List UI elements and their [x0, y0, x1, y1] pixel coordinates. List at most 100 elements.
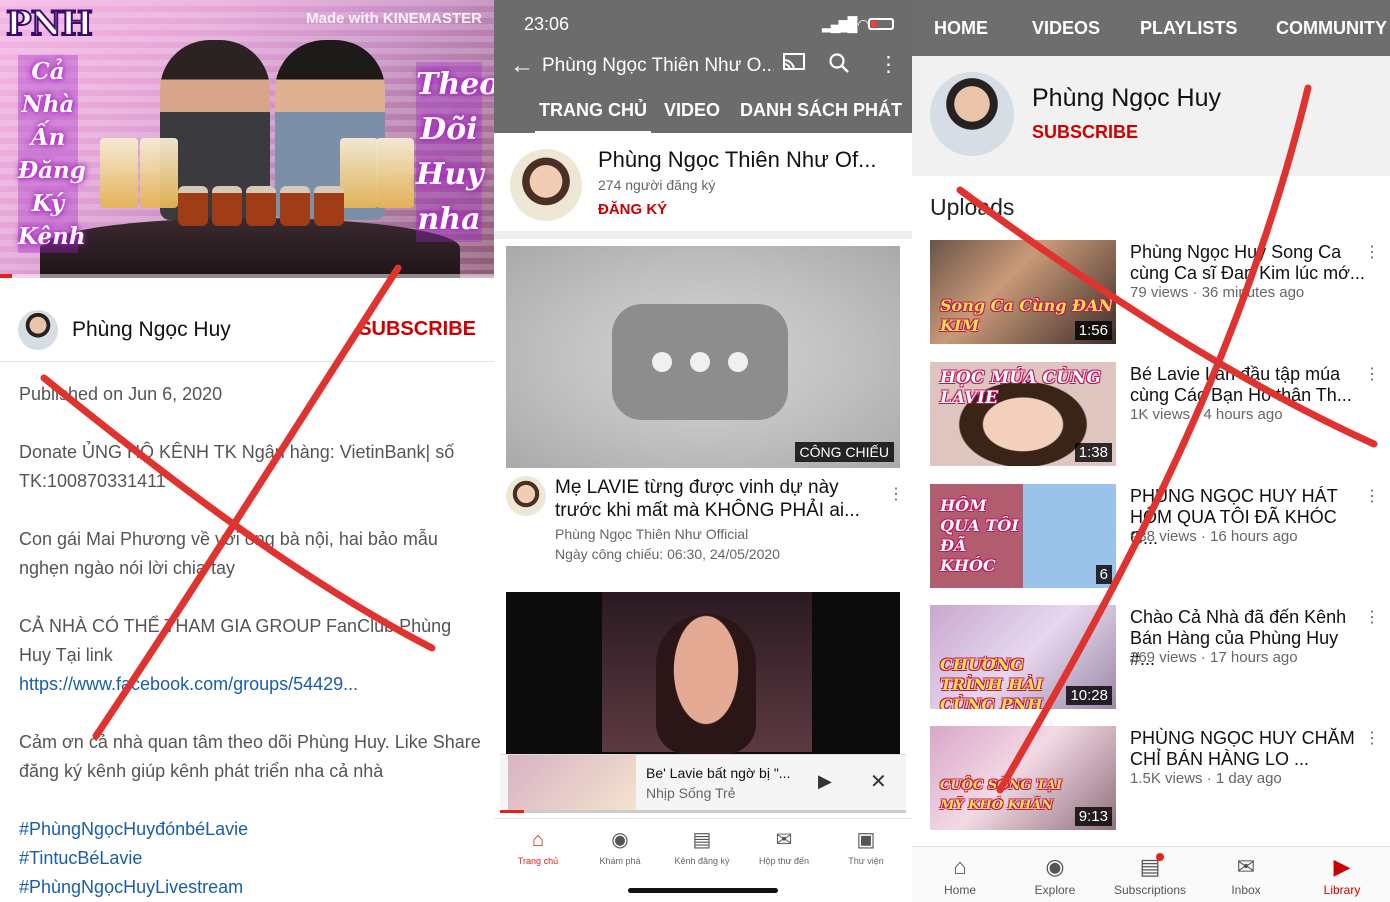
channel-name[interactable]: Phùng Ngọc Huy: [72, 318, 231, 342]
subscribe-button[interactable]: SUBSCRIBE: [358, 318, 476, 341]
mini-player[interactable]: Be' Lavie bất ngờ bị "... Nhịp Sống Trẻ …: [500, 754, 906, 813]
nav-item-inbox[interactable]: ✉ Hộp thư đến: [742, 827, 826, 866]
video-thumbnail[interactable]: Song Ca Cùng ĐAN KIM 1:56: [930, 240, 1116, 344]
explore-icon: ◉: [611, 829, 629, 851]
channel-logo: PNH: [5, 3, 94, 45]
description-line: Cảm ơn cả nhà quan tâm theo dõi Phùng Hu…: [19, 732, 481, 781]
video-thumbnail[interactable]: HÔM QUA TÔI ĐÃ KHÓC 6: [930, 484, 1116, 588]
mini-player-title[interactable]: Be' Lavie bất ngờ bị "...: [646, 765, 790, 781]
more-icon[interactable]: ⋮: [888, 484, 904, 504]
video-thumbnail[interactable]: CÔNG CHIẾU: [506, 246, 900, 468]
nav-item-library[interactable]: ▶ Library: [1294, 853, 1390, 897]
home-icon: ⌂: [531, 829, 545, 851]
home-indicator[interactable]: [628, 888, 778, 893]
video-product-bag: [340, 138, 378, 208]
hashtag-link[interactable]: #PhùngNgọcHuyđónbéLavie: [19, 815, 481, 844]
nav-item-library[interactable]: ▣ Thư viện: [824, 827, 908, 866]
list-item[interactable]: CUỘC SỐNG TẠI MỸ KHÓ KHĂN 9:13 PHÙNG NGỌ…: [912, 726, 1390, 836]
avatar[interactable]: [930, 72, 1014, 156]
nav-label: Hộp thư đến: [758, 856, 810, 866]
nav-label: Thư viện: [848, 856, 884, 866]
nav-label: Library: [1323, 883, 1361, 897]
more-icon[interactable]: ⋮: [1364, 242, 1380, 262]
video-duration: 9:13: [1074, 807, 1112, 826]
caption-word: Nhà: [21, 91, 75, 118]
tab-videos[interactable]: VIDEO: [664, 100, 720, 121]
tab-playlists[interactable]: PLAYLISTS: [1140, 18, 1237, 39]
video-thumbnail[interactable]: CUỘC SỐNG TẠI MỸ KHÓ KHĂN 9:13: [930, 726, 1116, 830]
channel-row[interactable]: Phùng Ngọc Huy SUBSCRIBE: [0, 300, 494, 362]
close-icon[interactable]: ✕: [870, 769, 887, 794]
list-item[interactable]: HÔM QUA TÔI ĐÃ KHÓC 6 PHÙNG NGỌC HUY HÁT…: [912, 484, 1390, 594]
video-product-bag: [376, 138, 414, 208]
channel-tabs: TRANG CHỦ VIDEO DANH SÁCH PHÁT: [494, 98, 912, 134]
caption-word: Dõi: [420, 112, 478, 147]
video-meta: Phùng Ngọc Thiên Như Official Ngày công …: [555, 524, 780, 564]
avatar[interactable]: [506, 476, 546, 516]
list-item[interactable]: Song Ca Cùng ĐAN KIM 1:56 Phùng Ngọc Huy…: [912, 240, 1390, 350]
facebook-group-link[interactable]: https://www.facebook.com/groups/54429...: [19, 674, 358, 694]
video-progress-fill: [0, 274, 13, 278]
nav-item-explore[interactable]: ◉ Explore: [1007, 853, 1103, 897]
video-caption-left: Cả Nhà Ấn Đăng Ký Kênh: [18, 55, 86, 253]
video-title[interactable]: Phùng Ngọc Huy Song Ca cùng Ca sĩ Đan Ki…: [1130, 242, 1366, 284]
nav-item-inbox[interactable]: ✉ Inbox: [1198, 853, 1294, 897]
more-icon[interactable]: ⋮: [1364, 486, 1380, 506]
search-icon[interactable]: [828, 52, 850, 80]
nav-label: Trang chủ: [517, 856, 559, 866]
tab-home[interactable]: HOME: [920, 18, 1002, 60]
cast-icon[interactable]: [782, 52, 806, 78]
video-duration: 1:56: [1074, 321, 1112, 340]
tab-community[interactable]: COMMUNITY: [1276, 18, 1387, 39]
video-meta: 1.5K views · 1 day ago: [1130, 770, 1282, 787]
mini-player-thumbnail[interactable]: [508, 755, 636, 811]
hashtag-link[interactable]: #TintucBéLavie: [19, 844, 481, 873]
channel-name: Phùng Ngọc Thiên Như Of...: [598, 147, 877, 172]
tab-home[interactable]: TRANG CHỦ: [535, 100, 651, 134]
video-thumbnail[interactable]: CHƯƠNG TRÌNH HÀI CÙNG PNH 10:28: [930, 605, 1116, 709]
video-title[interactable]: Bé Lavie Lần đầu tập múa cùng Các Bạn Hồ…: [1130, 364, 1366, 406]
video-thumbnail[interactable]: HỌC MÚA CÙNG LAVIE 1:38: [930, 362, 1116, 466]
list-item[interactable]: CHƯƠNG TRÌNH HÀI CÙNG PNH 10:28 Chào Cả …: [912, 605, 1390, 715]
thumbnail-caption: CHƯƠNG TRÌNH HÀI CÙNG PNH: [940, 655, 1044, 709]
thumbnail-face: [656, 614, 756, 754]
signal-icon: ▂▄▆█ ◠: [822, 16, 870, 32]
more-icon[interactable]: ⋮: [1364, 728, 1380, 748]
nav-item-home[interactable]: ⌂ Home: [912, 853, 1008, 897]
notification-dot: [1156, 853, 1164, 861]
nav-item-home[interactable]: ⌂ Trang chủ: [496, 827, 580, 866]
nav-item-subscriptions[interactable]: ▤ Kênh đăng ký: [660, 827, 744, 866]
tab-videos[interactable]: VIDEOS: [1032, 18, 1100, 39]
video-title[interactable]: Mẹ LAVIE từng được vinh dự này trước khi…: [555, 476, 885, 522]
description-line: CẢ NHÀ CÓ THỂ THAM GIA GROUP FanClub Phù…: [19, 616, 452, 665]
premiere-placeholder-icon: [612, 304, 788, 420]
more-icon[interactable]: ⋮: [878, 52, 899, 77]
video-meta: 1K views · 4 hours ago: [1130, 406, 1283, 423]
home-icon: ⌂: [953, 854, 967, 879]
video-meta: 938 views · 16 hours ago: [1130, 528, 1298, 545]
video-title[interactable]: PHÙNG NGỌC HUY CHĂM CHỈ BÁN HÀNG LO ...: [1130, 728, 1366, 770]
explore-icon: ◉: [1045, 854, 1065, 879]
subscriptions-icon: ▤: [692, 829, 712, 851]
subscribe-button[interactable]: ĐĂNG KÝ: [598, 201, 667, 218]
video-progress-bar[interactable]: [0, 274, 494, 278]
video-duration: 10:28: [1066, 686, 1112, 705]
play-icon[interactable]: ▶: [818, 771, 832, 792]
more-icon[interactable]: ⋮: [1364, 364, 1380, 384]
nav-item-explore[interactable]: ◉ Khám phá: [578, 827, 662, 866]
video-product-jar: [314, 186, 344, 226]
more-icon[interactable]: ⋮: [1364, 607, 1380, 627]
video-table: [40, 218, 460, 278]
section-heading: Uploads: [930, 194, 1015, 220]
hashtag-link[interactable]: #PhùngNgọcHuyLivestream: [19, 873, 481, 902]
subscribe-button[interactable]: SUBSCRIBE: [1032, 122, 1138, 143]
avatar[interactable]: [510, 149, 582, 221]
nav-item-subscriptions[interactable]: ▤ Subscriptions: [1102, 853, 1198, 897]
video-player[interactable]: PNH Made with KINEMASTER Cả Nhà Ấn Đăng …: [0, 0, 494, 278]
tab-playlists[interactable]: DANH SÁCH PHÁT: [740, 100, 902, 121]
back-arrow-icon[interactable]: ←: [510, 52, 534, 80]
list-item[interactable]: HỌC MÚA CÙNG LAVIE 1:38 Bé Lavie Lần đầu…: [912, 362, 1390, 472]
video-item[interactable]: Mẹ LAVIE từng được vinh dự này trước khi…: [494, 472, 912, 562]
video-caption-right: Theo Dõi Huy nha: [416, 62, 494, 242]
avatar[interactable]: [18, 310, 58, 350]
